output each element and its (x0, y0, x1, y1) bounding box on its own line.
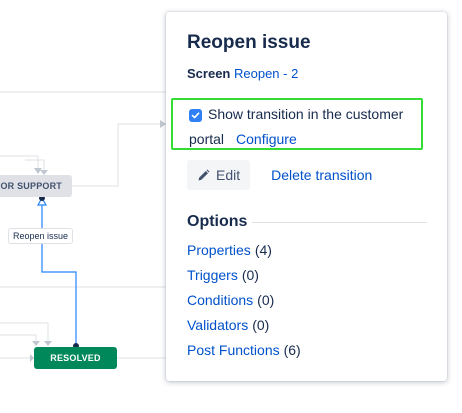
configure-link[interactable]: Configure (236, 131, 297, 147)
connector-arrowhead (44, 341, 52, 346)
option-link-conditions[interactable]: Conditions (187, 292, 253, 308)
transition-label-reopen-issue[interactable]: Reopen issue (8, 228, 74, 244)
option-count: (0) (241, 267, 259, 283)
transition-details-panel: Reopen issue Screen Reopen - 2 Show tran… (166, 12, 447, 381)
connector-line (0, 155, 39, 168)
connector-line (72, 123, 166, 187)
option-link-validators[interactable]: Validators (187, 317, 248, 333)
options-heading: Options (187, 213, 248, 230)
list-item: Properties (4) (187, 242, 301, 267)
option-link-triggers[interactable]: Triggers (187, 267, 238, 283)
screen-link[interactable]: Reopen - 2 (234, 66, 298, 81)
connector-arrowhead (32, 341, 40, 346)
pencil-icon (197, 169, 210, 182)
list-item: Triggers (0) (187, 267, 301, 292)
list-item: Validators (0) (187, 317, 301, 342)
status-node-waiting-for-support[interactable]: OR SUPPORT (0, 175, 72, 197)
list-item: Post Functions (6) (187, 342, 301, 367)
option-link-properties[interactable]: Properties (187, 242, 251, 258)
edit-button-label: Edit (216, 167, 241, 183)
reopen-transition-line (41, 199, 77, 346)
portal-checkbox-row: Show transition in the customer portal Co… (189, 102, 417, 152)
checkmark-icon (191, 112, 200, 119)
portal-checkbox[interactable] (189, 109, 202, 122)
delete-transition-link[interactable]: Delete transition (271, 167, 372, 183)
connector-arrowhead (34, 168, 42, 174)
transition-label-text: Reopen issue (13, 231, 69, 241)
screen-row: Screen Reopen - 2 (187, 66, 298, 81)
connector-line (0, 334, 37, 346)
option-count: (4) (254, 242, 272, 258)
option-count: (0) (257, 292, 275, 308)
options-list: Properties (4) Triggers (0) Conditions (0) … (187, 242, 301, 367)
list-item: Conditions (0) (187, 292, 301, 317)
transition-actions: Edit Delete transition (187, 160, 372, 190)
options-divider (252, 222, 427, 223)
status-node-label: RESOLVED (50, 353, 101, 363)
screen-label: Screen (187, 66, 231, 81)
edit-button[interactable]: Edit (187, 160, 251, 190)
status-node-label: OR SUPPORT (0, 181, 62, 191)
status-node-resolved[interactable]: RESOLVED (34, 347, 117, 369)
option-count: (0) (252, 317, 270, 333)
panel-title: Reopen issue (187, 32, 311, 53)
option-link-post-functions[interactable]: Post Functions (187, 342, 280, 358)
option-count: (6) (283, 342, 301, 358)
